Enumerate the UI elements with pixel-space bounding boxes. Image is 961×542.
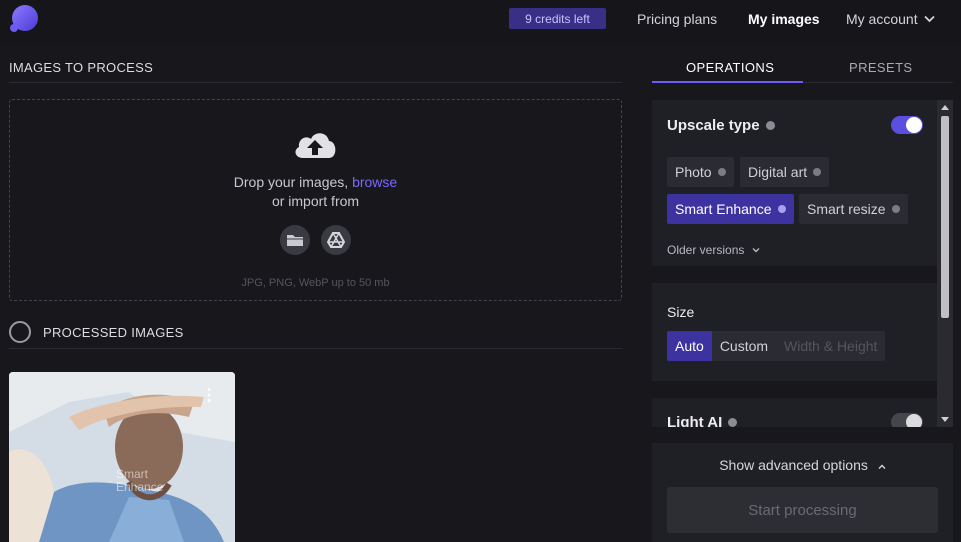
nav-my-images[interactable]: My images: [748, 11, 820, 27]
info-icon[interactable]: [728, 418, 738, 427]
upscale-type-title: Upscale type: [667, 117, 775, 134]
size-option-custom[interactable]: Custom: [712, 331, 776, 361]
scroll-up-icon[interactable]: [941, 105, 949, 110]
images-to-process-title: IMAGES TO PROCESS: [9, 60, 154, 75]
import-folder-button[interactable]: [280, 225, 310, 255]
light-ai-card: Light AI: [652, 398, 937, 427]
size-label: Size: [667, 304, 695, 320]
start-processing-button[interactable]: Start processing: [667, 487, 938, 533]
info-icon[interactable]: [717, 168, 726, 176]
active-tab-indicator: [652, 81, 803, 83]
chevron-down-icon: [923, 15, 935, 23]
option-label: Smart Enhance: [675, 201, 772, 217]
chevron-up-icon: [878, 464, 886, 469]
scroll-thumb[interactable]: [941, 116, 949, 318]
info-icon[interactable]: [765, 121, 775, 130]
logo-icon[interactable]: [8, 3, 40, 35]
toggle-knob: [906, 414, 922, 427]
account-label: My account: [846, 11, 918, 27]
option-label: Digital art: [748, 164, 808, 180]
scroll-down-icon[interactable]: [941, 417, 949, 422]
option-label: Smart resize: [807, 201, 886, 217]
thumbnail-label-line2: Enhance: [116, 480, 164, 494]
import-text: or import from: [271, 193, 360, 209]
size-segmented-control: Auto Custom Width & Height: [667, 331, 886, 361]
option-digital-art[interactable]: Digital art: [740, 157, 830, 187]
option-smart-resize[interactable]: Smart resize: [799, 194, 908, 224]
credits-badge[interactable]: 9 credits left: [509, 8, 606, 29]
processed-images-title: PROCESSED IMAGES: [43, 325, 184, 340]
upscale-type-toggle[interactable]: [891, 116, 923, 134]
size-title: Size: [667, 304, 694, 320]
more-options-icon[interactable]: ⋮: [201, 388, 217, 404]
advanced-options-label: Show advanced options: [719, 457, 868, 473]
light-ai-label: Light AI: [667, 414, 723, 427]
supported-formats: JPG, PNG, WebP up to 50 mb: [241, 277, 390, 289]
browse-link[interactable]: browse: [352, 174, 397, 190]
light-ai-title: Light AI: [667, 414, 738, 427]
show-advanced-options-toggle[interactable]: Show advanced options: [652, 457, 953, 473]
info-icon[interactable]: [891, 205, 900, 213]
drop-instructions: Drop your images, browse: [9, 174, 622, 190]
info-icon[interactable]: [777, 205, 786, 213]
nav-pricing-plans[interactable]: Pricing plans: [637, 11, 717, 27]
drop-text: Drop your images,: [233, 174, 349, 190]
nav-my-account[interactable]: My account: [846, 11, 935, 27]
bottom-action-panel: Show advanced options Start processing: [652, 443, 953, 542]
tab-presets[interactable]: PRESETS: [849, 60, 912, 75]
google-drive-icon: [327, 232, 345, 248]
divider: [9, 348, 622, 349]
older-versions-label: Older versions: [667, 243, 745, 257]
cloud-upload-icon: [295, 133, 336, 158]
divider: [9, 82, 622, 83]
info-icon[interactable]: [813, 168, 822, 176]
older-versions-dropdown[interactable]: Older versions: [667, 243, 760, 257]
toggle-knob: [906, 117, 922, 133]
chevron-down-icon: [752, 248, 760, 253]
size-card: Size Auto Custom Width & Height: [652, 283, 937, 381]
tab-operations[interactable]: OPERATIONS: [686, 60, 774, 75]
size-option-auto[interactable]: Auto: [667, 331, 712, 361]
import-google-drive-button[interactable]: [321, 225, 351, 255]
top-navigation: 9 credits left Pricing plans My images M…: [0, 0, 961, 44]
light-ai-toggle[interactable]: [891, 413, 923, 427]
tab-divider: [803, 82, 953, 83]
upscale-type-card: Upscale type Photo Digital art Smart Enh…: [652, 100, 937, 266]
processed-image-thumbnail[interactable]: ⋮ Smart Enhance: [9, 372, 235, 542]
option-label: Photo: [675, 164, 712, 180]
option-photo[interactable]: Photo: [667, 157, 734, 187]
size-option-width-height: Width & Height: [784, 338, 878, 354]
thumbnail-label: Smart Enhance: [116, 468, 163, 494]
option-smart-enhance[interactable]: Smart Enhance: [667, 194, 794, 224]
operations-scrollbar[interactable]: [937, 100, 953, 427]
upscale-type-label: Upscale type: [667, 117, 760, 134]
folder-icon: [287, 235, 303, 246]
select-all-checkbox[interactable]: [9, 321, 31, 343]
